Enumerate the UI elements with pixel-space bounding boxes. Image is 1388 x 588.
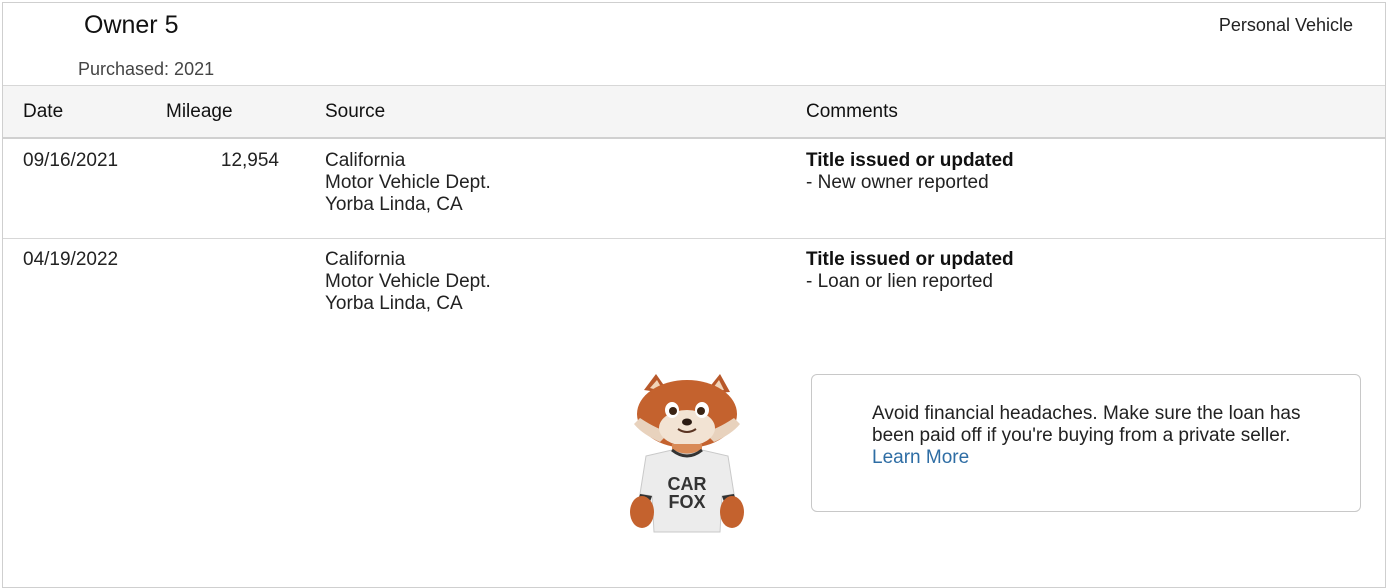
source-location: Yorba Linda, CA [325, 293, 463, 314]
comment-detail: - Loan or lien reported [806, 271, 993, 292]
learn-more-link[interactable]: Learn More [872, 447, 969, 468]
loan-tip-box: Avoid financial headaches. Make sure the… [811, 374, 1361, 512]
row-source: California Motor Vehicle Dept. Yorba Lin… [325, 249, 491, 315]
source-agency: Motor Vehicle Dept. [325, 172, 491, 193]
shirt-text-fox: FOX [668, 492, 705, 512]
column-header-comments: Comments [806, 101, 898, 122]
owner-title: Owner 5 [84, 11, 179, 39]
row-mileage: 12,954 [220, 150, 279, 171]
comment-title: Title issued or updated [806, 150, 1014, 171]
source-state: California [325, 150, 406, 171]
purchased-year: Purchased: 2021 [78, 59, 215, 79]
row-comments: Title issued or updated - Loan or lien r… [806, 249, 1014, 293]
tip-message: Avoid financial headaches. Make sure the… [872, 403, 1301, 446]
table-row: 09/16/2021 12,954 California Motor Vehic… [3, 139, 1385, 239]
shirt-text-car: CAR [668, 474, 707, 494]
column-header-mileage: Mileage [166, 101, 233, 122]
tip-text-block: Avoid financial headaches. Make sure the… [872, 403, 1312, 469]
source-state: California [325, 249, 406, 270]
column-header-source: Source [325, 101, 386, 122]
row-date: 04/19/2022 [23, 249, 119, 270]
carfox-mascot-icon: CAR FOX [630, 374, 744, 533]
comment-detail: - New owner reported [806, 172, 989, 193]
comment-title: Title issued or updated [806, 249, 1014, 270]
row-date: 09/16/2021 [23, 150, 119, 171]
source-location: Yorba Linda, CA [325, 194, 463, 215]
table-header: Date Mileage Source Comments [3, 85, 1385, 139]
source-agency: Motor Vehicle Dept. [325, 271, 491, 292]
vehicle-type-label: Personal Vehicle [1218, 15, 1353, 35]
row-source: California Motor Vehicle Dept. Yorba Lin… [325, 150, 491, 216]
row-comments: Title issued or updated - New owner repo… [806, 150, 1014, 194]
column-header-date: Date [23, 101, 64, 122]
